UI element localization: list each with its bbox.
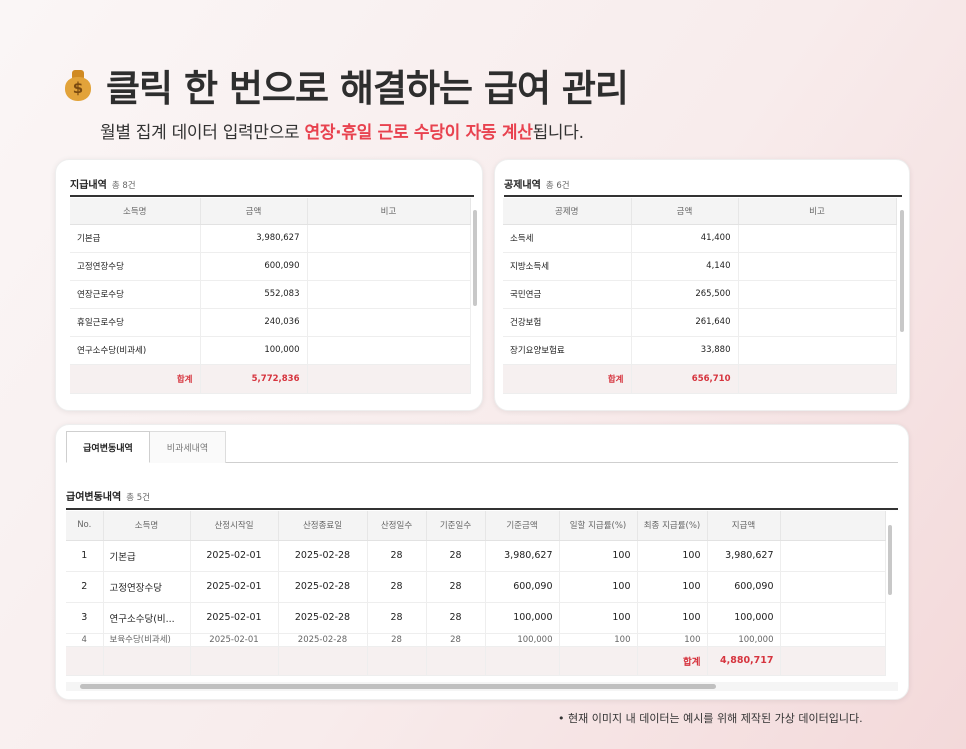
col-header[interactable]: No. [66, 511, 104, 541]
table-row[interactable]: 2 고정연장수당 2025-02-01 2025-02-28 28 28 600,090 10… [66, 571, 886, 603]
money-bag-icon: $ [64, 69, 92, 101]
pay-change-table: No. 소득명 산정시작일 산정종료일 산정일수 기준일수 기준금액 일할 지급… [66, 511, 886, 676]
col-header[interactable]: 산정일수 [367, 511, 427, 541]
table-row[interactable]: 연구소수당(비과세) 100,000 [70, 336, 471, 365]
col-header[interactable]: 지급액 [707, 511, 781, 541]
col-header[interactable]: 일할 지급률(%) [559, 511, 638, 541]
total-row: 합계 5,772,836 [70, 364, 471, 394]
panel-divider [504, 195, 902, 197]
table-row[interactable]: 1 기본급 2025-02-01 2025-02-28 28 28 3,980,627 100… [66, 540, 886, 572]
pay-change-count: 총 5건 [126, 493, 150, 503]
col-header-blank [780, 511, 886, 541]
deduction-panel-count: 총 6건 [545, 181, 570, 191]
table-row[interactable]: 지방소득세 4,140 [503, 252, 897, 281]
col-header[interactable]: 금액 [200, 198, 308, 225]
table-row[interactable]: 고정연장수당 600,090 [70, 252, 471, 281]
table-row[interactable]: 연장근로수당 552,083 [70, 280, 471, 309]
vertical-scrollbar[interactable] [473, 210, 477, 306]
deduction-details-panel: 공제내역 총 6건 공제명 금액 비고 소득세 41,400 지방소득세 4,140 … [494, 159, 910, 411]
horizontal-scrollbar[interactable] [80, 684, 716, 689]
panel-divider [70, 195, 474, 197]
tab-bar: 급여변동내역 비과세내역 [66, 431, 898, 463]
col-header[interactable]: 최종 지급률(%) [637, 511, 708, 541]
pay-details-panel: 지급내역 총 8건 소득명 금액 비고 기본급 3,980,627 고정연장수당 60… [55, 159, 483, 411]
col-header[interactable]: 산정시작일 [190, 511, 279, 541]
col-header[interactable]: 기준금액 [485, 511, 560, 541]
pay-table: 소득명 금액 비고 기본급 3,980,627 고정연장수당 600,090 연장근… [70, 198, 471, 394]
table-row[interactable]: 소득세 41,400 [503, 224, 897, 253]
tab-pay-changes[interactable]: 급여변동내역 [66, 431, 150, 463]
subtitle-highlight: 연장·휴일 근로 수당이 자동 계산 [304, 123, 533, 143]
col-header[interactable]: 소득명 [70, 198, 201, 225]
col-header[interactable]: 공제명 [503, 198, 632, 225]
pay-panel-title: 지급내역 총 8건 [70, 180, 136, 191]
page-heading: $ 클릭 한 번으로 해결하는 급여 관리 [64, 58, 629, 112]
tab-non-taxable[interactable]: 비과세내역 [150, 431, 226, 463]
vertical-scrollbar[interactable] [900, 210, 904, 332]
total-row: 합계 656,710 [503, 364, 897, 394]
table-row[interactable]: 휴일근로수당 240,036 [70, 308, 471, 337]
panel-divider [66, 508, 898, 510]
page-subtitle: 월별 집계 데이터 입력만으로 연장·휴일 근로 수당이 자동 계산됩니다. [100, 123, 584, 143]
pay-panel-count: 총 8건 [111, 181, 136, 191]
col-header[interactable]: 비고 [738, 198, 897, 225]
pay-change-title: 급여변동내역 총 5건 [66, 492, 150, 503]
page-title: 클릭 한 번으로 해결하는 급여 관리 [106, 67, 629, 110]
col-header[interactable]: 기준일수 [426, 511, 486, 541]
table-row[interactable]: 기본급 3,980,627 [70, 224, 471, 253]
table-row[interactable]: 국민연금 265,500 [503, 280, 897, 309]
table-row-partial[interactable]: 4 보육수당(비과세) 2025-02-01 2025-02-28 28 28 100,00… [66, 633, 886, 647]
table-row[interactable]: 3 연구소수당(비... 2025-02-01 2025-02-28 28 28 100,0… [66, 602, 886, 634]
col-header[interactable]: 산정종료일 [278, 511, 368, 541]
table-row[interactable]: 건강보험 261,640 [503, 308, 897, 337]
col-header[interactable]: 금액 [631, 198, 739, 225]
footnote: • 현재 이미지 내 데이터는 예시를 위해 제작된 가상 데이터입니다. [558, 712, 863, 725]
col-header[interactable]: 비고 [307, 198, 471, 225]
total-row: 합계 4,880,717 [66, 646, 886, 676]
deduction-table: 공제명 금액 비고 소득세 41,400 지방소득세 4,140 국민연금 265,5… [503, 198, 897, 394]
vertical-scrollbar[interactable] [888, 525, 892, 595]
col-header[interactable]: 소득명 [103, 511, 191, 541]
table-row[interactable]: 장기요양보험료 33,880 [503, 336, 897, 365]
pay-change-panel: 급여변동내역 비과세내역 급여변동내역 총 5건 No. 소득명 산정시작일 산정… [55, 424, 909, 700]
deduction-panel-title: 공제내역 총 6건 [504, 180, 570, 191]
